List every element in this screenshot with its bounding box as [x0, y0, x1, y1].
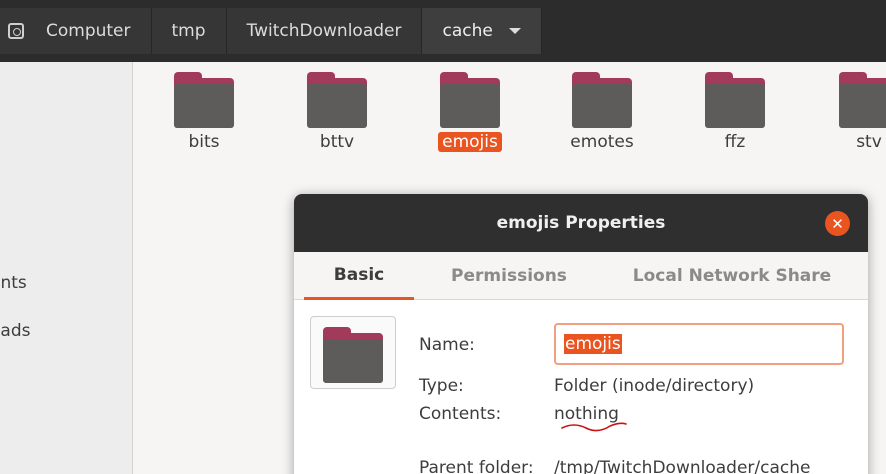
properties-dialog: emojis Properties ✕ Basic Permissions Lo… — [294, 194, 868, 474]
tab-basic[interactable]: Basic — [304, 252, 414, 300]
breadcrumb-label: Computer — [46, 21, 131, 41]
folder-icon — [174, 72, 234, 128]
folder-item[interactable]: emotes — [552, 72, 652, 152]
type-label: Type: — [419, 376, 464, 396]
breadcrumb-label: tmp — [171, 21, 206, 41]
folder-icon — [307, 72, 367, 128]
breadcrumb-twitchdownloader[interactable]: TwitchDownloader — [226, 8, 423, 54]
folder-icon-button[interactable] — [310, 316, 396, 389]
dialog-body: Name: emojis Type: Folder (inode/directo… — [294, 300, 868, 474]
folder-item[interactable]: bttv — [287, 72, 387, 152]
folder-label: bits — [188, 132, 220, 152]
folder-item[interactable]: bits — [154, 72, 254, 152]
folder-label: ffz — [724, 132, 746, 152]
dialog-tabs: Basic Permissions Local Network Share — [294, 252, 868, 300]
folder-icon — [839, 72, 886, 128]
close-button[interactable]: ✕ — [825, 211, 850, 236]
sidebar-item[interactable]: p — [0, 226, 1, 246]
header-bar: Computer tmp TwitchDownloader cache — [0, 0, 886, 62]
breadcrumb-label: cache — [442, 21, 493, 41]
sidebar: d p ents oads s — [0, 62, 133, 474]
red-underline-annotation — [561, 422, 627, 432]
dialog-title: emojis Properties — [496, 213, 666, 233]
sidebar-item[interactable]: d — [0, 126, 1, 146]
name-input-value: emojis — [564, 334, 622, 354]
folder-label: stv — [856, 132, 882, 152]
folder-icon — [323, 327, 383, 383]
folder-icon — [572, 72, 632, 128]
close-icon: ✕ — [831, 214, 844, 233]
folder-label: emotes — [570, 132, 634, 152]
chevron-down-icon[interactable] — [508, 28, 521, 34]
breadcrumb-cache[interactable]: cache — [422, 8, 542, 54]
dialog-titlebar[interactable]: emojis Properties ✕ — [294, 194, 868, 252]
sidebar-item[interactable]: ents — [0, 273, 27, 293]
contents-label: Contents: — [419, 404, 502, 424]
folder-label: emojis — [438, 132, 502, 152]
sidebar-item[interactable]: oads — [0, 321, 30, 341]
path-bar: Computer tmp TwitchDownloader cache — [0, 8, 542, 54]
breadcrumb-label: TwitchDownloader — [246, 21, 402, 41]
name-label: Name: — [419, 335, 475, 355]
breadcrumb-tmp[interactable]: tmp — [151, 8, 227, 54]
parent-folder-value: /tmp/TwitchDownloader/cache — [554, 458, 811, 474]
folder-icon — [440, 72, 500, 128]
folder-item[interactable]: ffz — [685, 72, 785, 152]
drive-icon — [8, 23, 24, 39]
folder-item-selected[interactable]: emojis — [420, 72, 520, 152]
folder-icon — [705, 72, 765, 128]
folder-item[interactable]: stv — [819, 72, 886, 152]
name-input[interactable]: emojis — [554, 323, 844, 365]
folder-label: bttv — [319, 132, 355, 152]
tab-permissions[interactable]: Permissions — [434, 252, 584, 300]
type-value: Folder (inode/directory) — [554, 376, 755, 396]
breadcrumb-computer[interactable]: Computer — [0, 8, 152, 54]
parent-folder-label: Parent folder: — [419, 458, 534, 474]
tab-local-network-share[interactable]: Local Network Share — [614, 252, 850, 300]
